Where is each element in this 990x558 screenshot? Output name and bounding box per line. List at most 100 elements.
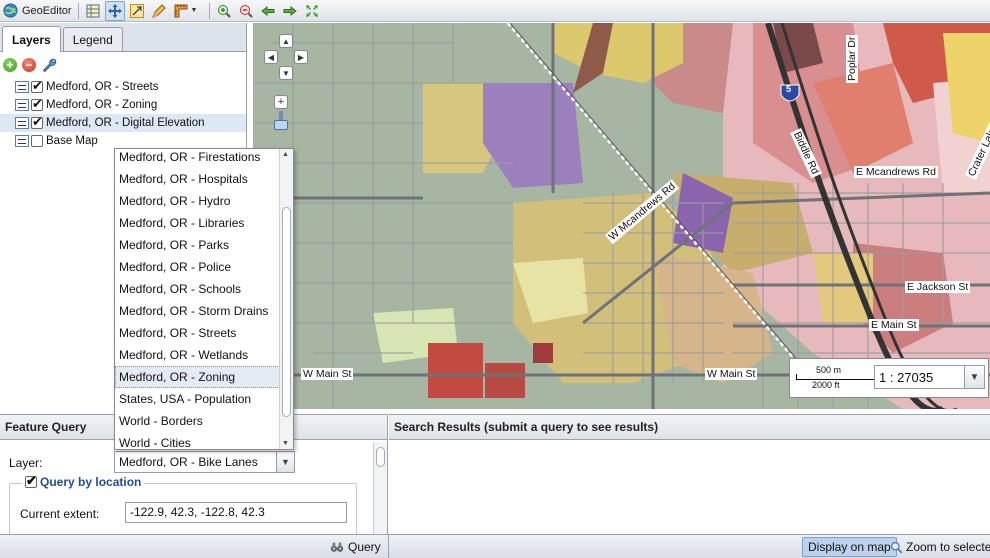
pan-button[interactable]: [104, 0, 125, 21]
tab-layers[interactable]: Layers: [2, 26, 61, 52]
dropdown-option[interactable]: Medford, OR - Wetlands: [115, 344, 280, 366]
dropdown-option[interactable]: Medford, OR - Streets: [115, 322, 280, 344]
street-label: W Main St: [301, 368, 354, 380]
panel-tabs: Layers Legend: [0, 23, 246, 52]
bottom-toolbar: Query Display on map Zoom to selected: [0, 534, 990, 558]
dropdown-scrollbar[interactable]: ▲ ▼: [279, 149, 293, 449]
street-label: W Main St: [705, 368, 758, 380]
pencil-icon: [151, 3, 166, 18]
zoom-slider-handle[interactable]: [274, 120, 288, 130]
zoom-box-button[interactable]: [127, 1, 147, 21]
wrench-icon[interactable]: [41, 57, 57, 73]
zoom-in-map-button[interactable]: +: [274, 95, 288, 109]
dropdown-option[interactable]: Medford, OR - Police: [115, 256, 280, 278]
street-label: E Jackson St: [905, 281, 971, 293]
dropdown-option[interactable]: States, USA - Population: [115, 388, 280, 410]
dropdown-options: Medford, OR - Firestations Medford, OR - …: [115, 149, 280, 449]
scrollbar-thumb[interactable]: [282, 207, 291, 417]
query-button[interactable]: Query: [330, 538, 381, 556]
pan-up-button[interactable]: ▲: [279, 34, 293, 48]
edit-button[interactable]: [149, 1, 169, 21]
street-label: Poplar Dr: [846, 34, 858, 83]
remove-layer-icon[interactable]: −: [22, 58, 36, 72]
layer-properties-icon[interactable]: [15, 135, 29, 147]
dropdown-option[interactable]: Medford, OR - Hospitals: [115, 168, 280, 190]
pan-control: ▲ ◀ ▶ ▼: [259, 31, 311, 83]
zoom-in-icon: [218, 4, 232, 18]
search-results-title: Search Results (submit a query to see re…: [389, 414, 990, 440]
scroll-down-icon[interactable]: ▼: [282, 440, 289, 447]
pan-left-button[interactable]: ◀: [264, 50, 278, 64]
layer-select[interactable]: Medford, OR - Bike Lanes ▼: [114, 451, 295, 473]
zoom-out-icon: [240, 4, 254, 18]
scale-meters: 500 m: [816, 365, 842, 375]
layer-dropdown-list: Medford, OR - Firestations Medford, OR - …: [114, 148, 294, 450]
layer-visibility-checkbox[interactable]: [31, 78, 43, 94]
query-by-location-legend: Query by location: [22, 473, 145, 489]
current-extent-label: Current extent:: [20, 507, 100, 521]
display-on-map-button[interactable]: Display on map: [802, 537, 897, 557]
search-results-panel: Search Results (submit a query to see re…: [389, 414, 990, 534]
table-select-icon: [86, 4, 100, 17]
chevron-down-icon[interactable]: ▼: [964, 366, 984, 388]
zoom-to-selected-button[interactable]: Zoom to selected: [890, 538, 990, 556]
add-layer-icon[interactable]: +: [3, 58, 17, 72]
tab-legend[interactable]: Legend: [62, 27, 123, 51]
scale-value: 1 : 27035: [879, 369, 934, 385]
measure-button[interactable]: [171, 1, 191, 21]
pan-down-button[interactable]: ▼: [279, 66, 293, 80]
scrollbar-thumb[interactable]: [376, 447, 385, 467]
layer-item-digital-elevation[interactable]: Medford, OR - Digital Elevation: [0, 114, 246, 132]
dropdown-option[interactable]: Medford, OR - Zoning: [115, 366, 280, 388]
footer-divider: [388, 535, 389, 558]
feature-query-scrollbar[interactable]: [373, 442, 387, 534]
map-canvas: [253, 23, 990, 409]
back-button[interactable]: [258, 1, 278, 21]
layer-visibility-checkbox[interactable]: [31, 96, 43, 112]
layer-label: Medford, OR - Digital Elevation: [46, 117, 205, 129]
select-features-button[interactable]: [83, 1, 103, 21]
dropdown-option[interactable]: World - Cities: [115, 432, 280, 449]
ruler-icon: [174, 4, 188, 17]
dropdown-option[interactable]: Medford, OR - Hydro: [115, 190, 280, 212]
scale-feet: 2000 ft: [812, 380, 840, 390]
full-extent-button[interactable]: [302, 1, 322, 21]
layer-item-streets[interactable]: Medford, OR - Streets: [0, 78, 246, 96]
street-label: E Mcandrews Rd: [854, 166, 938, 178]
forward-button[interactable]: [280, 1, 300, 21]
zoom-box-icon: [129, 3, 144, 18]
zoom-in-button[interactable]: [214, 1, 234, 21]
layer-label: Layer:: [9, 456, 43, 470]
map-view[interactable]: W Mcandrews Rd E Mcandrews Rd Biddle Rd …: [253, 23, 990, 409]
dropdown-option[interactable]: Medford, OR - Firestations: [115, 149, 280, 168]
layer-label: Base Map: [46, 135, 98, 147]
dropdown-option[interactable]: Medford, OR - Storm Drains: [115, 300, 280, 322]
current-extent-field[interactable]: -122.9, 42.3, -122.8, 42.3: [125, 502, 347, 523]
layer-select-value: Medford, OR - Bike Lanes: [119, 455, 258, 469]
query-by-location-label: Query by location: [40, 475, 142, 489]
layer-properties-icon[interactable]: [15, 99, 29, 111]
zoom-out-button[interactable]: [236, 1, 256, 21]
layer-properties-icon[interactable]: [15, 117, 29, 129]
layer-visibility-checkbox[interactable]: [31, 114, 43, 130]
chevron-down-icon[interactable]: ▼: [276, 452, 294, 472]
scale-select[interactable]: 1 : 27035 ▼: [874, 365, 985, 389]
binoculars-icon: [330, 542, 344, 552]
dropdown-option[interactable]: Medford, OR - Parks: [115, 234, 280, 256]
street-label: E Main St: [869, 319, 919, 331]
query-by-location-checkbox[interactable]: [25, 473, 37, 489]
chevron-down-icon[interactable]: ▼: [191, 7, 198, 14]
pan-right-button[interactable]: ▶: [294, 50, 308, 64]
magnifier-icon: [891, 541, 903, 553]
dropdown-option[interactable]: World - Borders: [115, 410, 280, 432]
interstate-shield-label: 5: [786, 84, 792, 94]
dropdown-option[interactable]: Medford, OR - Schools: [115, 278, 280, 300]
layer-visibility-checkbox[interactable]: [31, 135, 43, 147]
layer-properties-icon[interactable]: [15, 81, 29, 93]
dropdown-option[interactable]: Medford, OR - Libraries: [115, 212, 280, 234]
toolbar-divider: [209, 2, 211, 19]
scroll-up-icon[interactable]: ▲: [282, 151, 289, 158]
arrow-left-icon: [261, 5, 275, 16]
layer-item-zoning[interactable]: Medford, OR - Zoning: [0, 96, 246, 114]
layer-label: Medford, OR - Streets: [46, 81, 159, 93]
